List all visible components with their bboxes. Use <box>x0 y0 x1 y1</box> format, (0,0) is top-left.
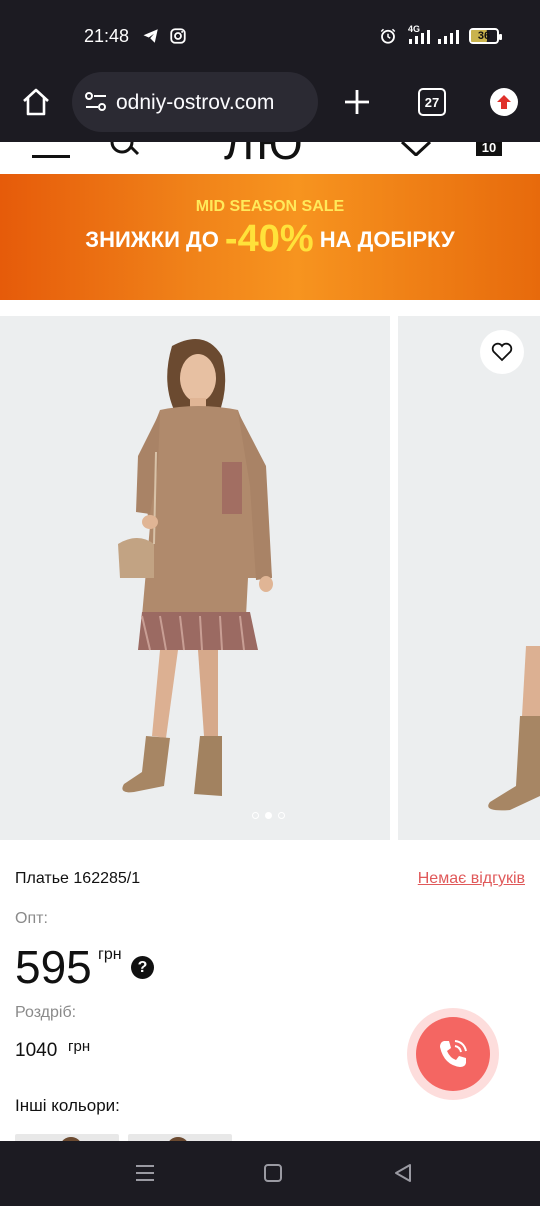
banner-title: ЗНИЖКИ ДО -40% НА ДОБІРКУ <box>0 218 540 261</box>
home-icon[interactable] <box>20 86 52 118</box>
phone-icon <box>440 1040 467 1067</box>
status-time: 21:48 <box>84 26 130 46</box>
retail-price: 1040 <box>15 1040 58 1061</box>
carousel-dot[interactable] <box>252 812 259 819</box>
telegram-icon <box>143 29 158 43</box>
banner-suffix: НА ДОБІРКУ <box>313 227 455 252</box>
call-button[interactable] <box>416 1017 490 1091</box>
heart-icon <box>491 342 513 362</box>
battery-icon: 36 <box>469 28 502 44</box>
retail-label: Роздріб: <box>15 1004 77 1021</box>
color-variant-thumb[interactable] <box>128 1134 232 1141</box>
model-photo <box>0 316 390 840</box>
up-arrow-icon <box>497 95 511 109</box>
url-bar[interactable]: odniy-ostrov.com <box>72 72 318 132</box>
status-bar: 21:48 4G 36 <box>0 0 540 70</box>
web-page: ЛЮ 10 MID SEASON SALE ЗНИЖКИ ДО -40% НА … <box>0 142 540 1141</box>
alarm-icon <box>380 28 396 44</box>
carousel-dots <box>252 812 285 819</box>
carousel-dot[interactable] <box>278 812 285 819</box>
wholesale-price: 595 <box>15 941 92 993</box>
model-photo-next <box>398 316 540 840</box>
tab-counter-button[interactable]: 27 <box>418 88 446 116</box>
battery-level: 36 <box>477 30 491 42</box>
price-help-icon[interactable]: ? <box>131 956 154 979</box>
product-gallery[interactable] <box>0 316 540 840</box>
wholesale-currency: грн <box>98 946 122 963</box>
color-variant-thumb[interactable] <box>15 1134 119 1141</box>
site-header: ЛЮ 10 <box>0 142 540 174</box>
other-colors-label: Інші кольори: <box>15 1096 120 1115</box>
back-triangle-icon[interactable] <box>393 1163 413 1183</box>
recents-menu-icon[interactable] <box>134 1163 156 1183</box>
site-settings-icon[interactable] <box>84 91 108 113</box>
cart-badge[interactable]: 10 <box>476 142 502 156</box>
banner-prefix: ЗНИЖКИ ДО <box>85 227 225 252</box>
system-navigation-bar <box>0 1141 540 1206</box>
product-image[interactable] <box>0 316 390 840</box>
wholesale-label: Опт: <box>15 910 48 927</box>
instagram-icon <box>170 28 186 44</box>
product-image-next[interactable] <box>398 316 540 840</box>
cart-count: 10 <box>481 142 497 155</box>
help-glyph: ? <box>137 958 148 976</box>
signal-icon <box>409 30 430 44</box>
banner-discount: -40% <box>224 218 314 260</box>
banner-subtitle: MID SEASON SALE <box>195 198 345 215</box>
retail-currency: грн <box>68 1038 91 1055</box>
carousel-dot-active[interactable] <box>265 812 272 819</box>
new-tab-icon[interactable] <box>343 88 371 116</box>
wishlist-button[interactable] <box>480 330 524 374</box>
product-name: Платье 162285/1 <box>15 870 141 887</box>
signal-icon-2 <box>438 30 459 44</box>
site-logo-text: ЛЮ <box>224 142 305 160</box>
reviews-link[interactable]: Немає відгуків <box>418 870 525 888</box>
extension-icon[interactable] <box>490 88 518 116</box>
heart-icon[interactable] <box>400 142 432 156</box>
url-text: odniy-ostrov.com <box>116 91 275 114</box>
menu-icon[interactable] <box>32 152 70 160</box>
sale-banner[interactable]: MID SEASON SALE ЗНИЖКИ ДО -40% НА ДОБІРК… <box>0 174 540 300</box>
search-icon[interactable] <box>108 142 140 156</box>
home-square-icon[interactable] <box>263 1163 283 1183</box>
site-logo[interactable]: ЛЮ <box>224 142 305 160</box>
